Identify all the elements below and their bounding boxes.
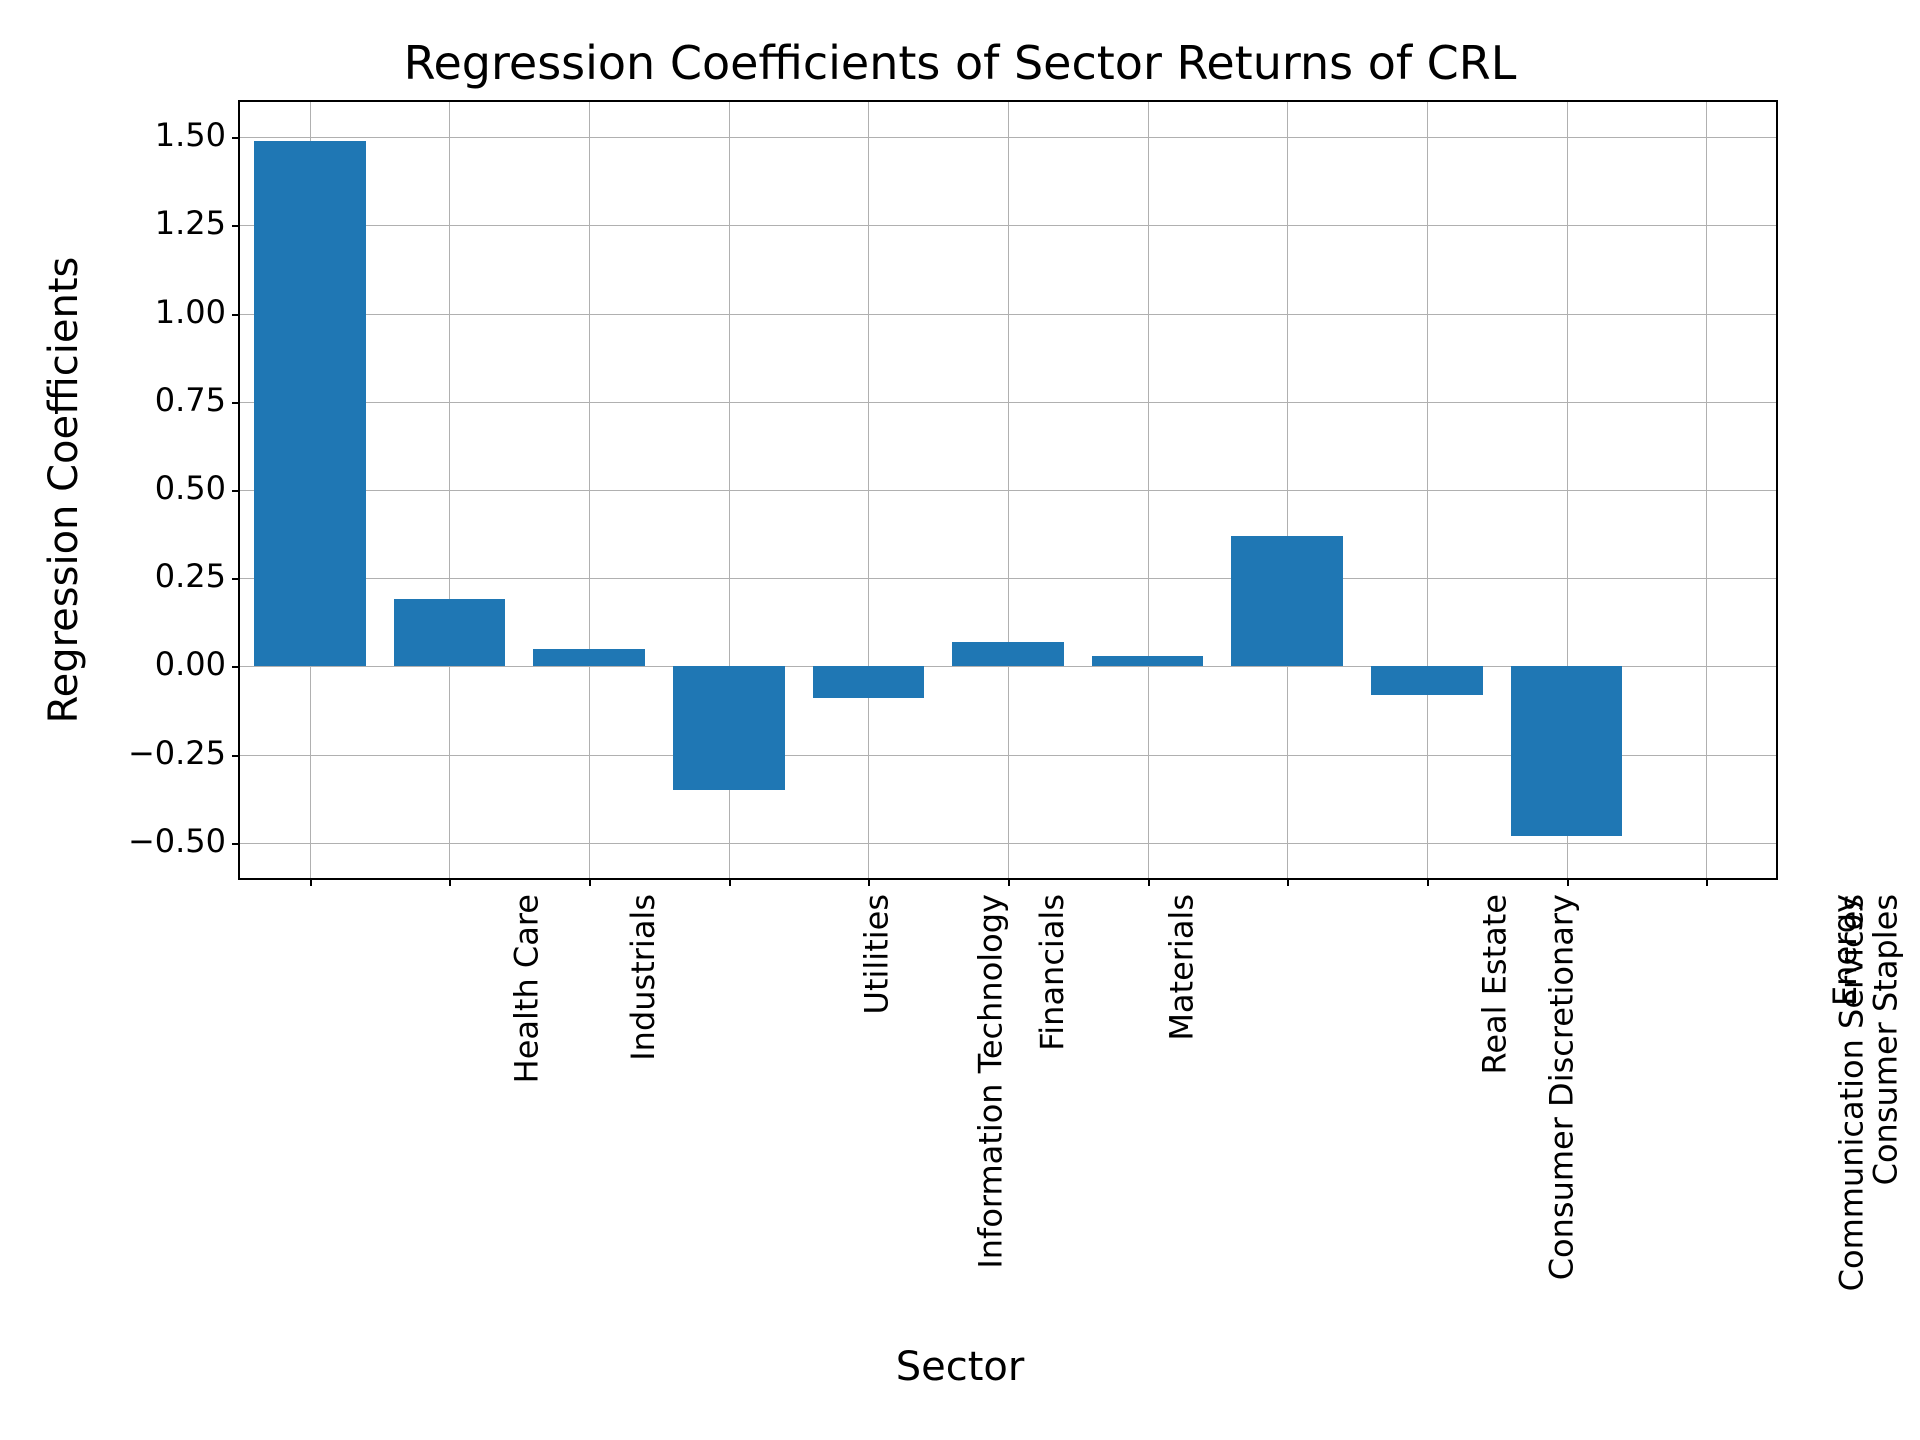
xtick-label: Materials (1163, 894, 1201, 1041)
xtick-mark (1148, 878, 1150, 886)
ytick-mark (232, 402, 240, 404)
bar (394, 599, 506, 666)
ytick-mark (232, 314, 240, 316)
gridline-v (1287, 102, 1288, 878)
bar (1511, 666, 1623, 835)
ytick-label: 1.25 (106, 204, 226, 242)
bar (254, 141, 366, 667)
ytick-label: 0.25 (106, 557, 226, 595)
bar (952, 642, 1064, 667)
xtick-mark (589, 878, 591, 886)
xtick-label: Energy (1826, 894, 1864, 1006)
ytick-label: 1.50 (106, 116, 226, 154)
gridline-v (1427, 102, 1428, 878)
ytick-mark (232, 137, 240, 139)
bar (673, 666, 785, 789)
y-axis-label: Regression Coefficients (41, 257, 87, 724)
ytick-mark (232, 490, 240, 492)
xtick-label: Consumer Discretionary (1542, 894, 1580, 1280)
xtick-label: Information Technology (972, 894, 1010, 1269)
ytick-label: 0.75 (106, 381, 226, 419)
ytick-label: −0.25 (106, 734, 226, 772)
xtick-mark (1706, 878, 1708, 886)
bar (1371, 666, 1483, 694)
ytick-label: 0.50 (106, 469, 226, 507)
bar (813, 666, 925, 698)
ytick-label: 1.00 (106, 293, 226, 331)
gridline-v (1008, 102, 1009, 878)
bar (1231, 536, 1343, 667)
chart-title: Regression Coefficients of Sector Return… (0, 36, 1920, 90)
bar (533, 649, 645, 667)
ytick-mark (232, 225, 240, 227)
plot-area (238, 100, 1778, 880)
x-axis-label: Sector (0, 1344, 1920, 1390)
chart-canvas: Regression Coefficients of Sector Return… (0, 0, 1920, 1440)
xtick-label: Consumer Staples (1866, 894, 1904, 1185)
xtick-mark (449, 878, 451, 886)
xtick-mark (1427, 878, 1429, 886)
xtick-label: Financials (1033, 894, 1071, 1051)
gridline-v (1148, 102, 1149, 878)
xtick-mark (1567, 878, 1569, 886)
ytick-mark (232, 666, 240, 668)
xtick-label: Real Estate (1476, 894, 1514, 1074)
xtick-label: Utilities (857, 894, 895, 1014)
xtick-mark (868, 878, 870, 886)
xtick-mark (310, 878, 312, 886)
xtick-mark (1287, 878, 1289, 886)
xtick-mark (1008, 878, 1010, 886)
gridline-v (1706, 102, 1707, 878)
xtick-mark (729, 878, 731, 886)
ytick-mark (232, 843, 240, 845)
gridline-v (589, 102, 590, 878)
xtick-label: Health Care (507, 894, 545, 1083)
ytick-mark (232, 755, 240, 757)
xtick-label: Industrials (624, 894, 662, 1061)
ytick-label: −0.50 (106, 822, 226, 860)
gridline-v (868, 102, 869, 878)
ytick-mark (232, 578, 240, 580)
bar (1092, 656, 1204, 667)
gridline-v (449, 102, 450, 878)
ytick-label: 0.00 (106, 645, 226, 683)
